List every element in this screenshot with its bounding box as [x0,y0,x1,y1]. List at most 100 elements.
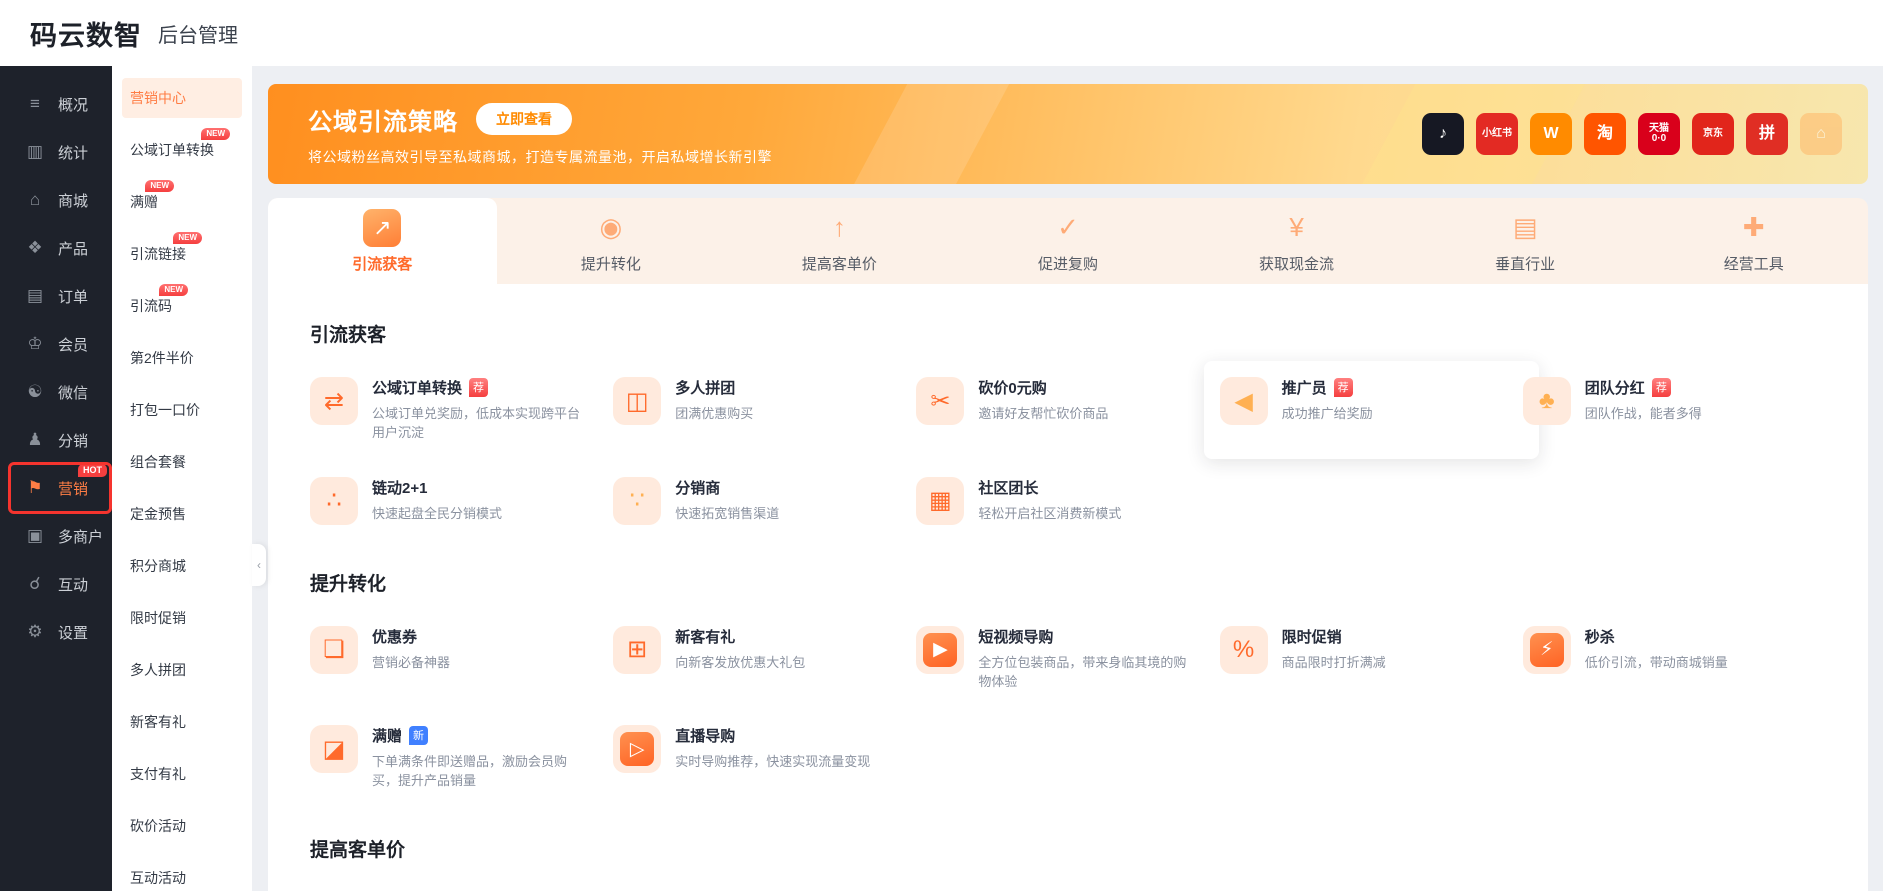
submenu-item-引流链接[interactable]: 引流链接 NEW [122,232,242,274]
discount-tag-icon: % [1219,625,1268,674]
sidebar-item-概况[interactable]: ≡ 概况 [0,80,112,128]
card-title: 公域订单转换 [372,380,463,397]
banner-subtitle: 将公域粉丝高效引导至私域商城，打造专属流量池，开启私域增长新引擎 [308,148,772,165]
tab-提升转化[interactable]: ◉ 提升转化 [497,198,726,284]
tab-chart-board-icon: ↗ [363,208,402,247]
tab-arrow-up-icon: ↑ [832,212,846,242]
live-tv-icon: ▷ [613,725,662,774]
sidebar-item-多商户[interactable]: ▣ 多商户 [0,512,112,560]
tab-引流获客[interactable]: ↗ 引流获客 [268,198,497,284]
card-desc: 下单满条件即送赠品，激励会员购买，提升产品销量 [372,754,568,789]
feature-card-新客有礼[interactable]: ⊞ 新客有礼 向新客发放优惠大礼包 [613,625,916,692]
card-title: 社区团长 [978,479,1039,497]
card-desc: 团满优惠购买 [675,406,754,421]
sidebar-item-产品[interactable]: ❖ 产品 [0,224,112,272]
submenu-item-积分商城[interactable]: 积分商城 [122,546,242,586]
submenu-item-砍价活动[interactable]: 砍价活动 [122,806,242,846]
card-badge: 新 [409,726,429,746]
submenu-item-满赠[interactable]: 满赠 NEW [122,180,242,222]
app-body: ≡ 概况 ▥ 统计 ⌂ 商城 ❖ 产品 ▤ 订单 ♔ 会员 ☯ 微信 ♟ 分销 … [0,66,1883,891]
card-desc: 快速起盘全民分销模式 [372,505,503,521]
feature-card-推广员[interactable]: ◀ 推广员 荐 成功推广给奖励 [1203,361,1539,459]
submenu-item-打包一口价[interactable]: 打包一口价 [122,390,242,430]
price-tags-icon: ✂ [916,377,965,425]
tab-经营工具[interactable]: ✚ 经营工具 [1639,198,1868,284]
sidebar-item-微信[interactable]: ☯ 微信 [0,368,112,416]
card-title: 推广员 [1281,380,1327,397]
card-desc: 邀请好友帮忙砍价商品 [978,406,1109,421]
card-title: 砍价0元购 [978,380,1047,397]
tab-获取现金流[interactable]: ¥ 获取现金流 [1182,198,1411,284]
submenu-item-定金预售[interactable]: 定金预售 [122,494,242,534]
sidebar-item-商城[interactable]: ⌂ 商城 [0,176,112,224]
app-subtitle: 后台管理 [158,24,238,47]
interaction-icon: ☌ [29,574,41,593]
category-tabbar: ↗ 引流获客 ◉ 提升转化 ↑ 提高客单价 ✓ 促进复购 ¥ 获取现金流 ▤ 垂… [268,198,1868,284]
card-grid: ⇄ 公域订单转换 荐 公域订单兑奖励，低成本实现跨平台用户沉淀 ◫ 多人拼团 团… [310,361,1826,525]
feature-section: 提升转化 ❏ 优惠券 营销必备神器 ⊞ 新客有礼 向新客发放优惠大礼包 ▶ 短视… [310,569,1826,791]
section-heading: 引流获客 [310,325,387,346]
submenu-item-营销中心[interactable]: 营销中心 [122,78,242,118]
feature-card-公域订单转换[interactable]: ⇄ 公域订单转换 荐 公域订单兑奖励，低成本实现跨平台用户沉淀 [310,377,613,443]
tab-垂直行业[interactable]: ▤ 垂直行业 [1411,198,1640,284]
submenu-item-互动活动[interactable]: 互动活动 [122,858,242,891]
submenu-item-限时促销[interactable]: 限时促销 [122,598,242,638]
card-title: 短视频导购 [978,628,1054,646]
submenu-item-新客有礼[interactable]: 新客有礼 [122,702,242,742]
mall-icon: ⌂ [29,190,41,209]
card-desc: 公域订单兑奖励，低成本实现跨平台用户沉淀 [372,406,581,440]
card-badge: 荐 [1651,378,1671,397]
submenu-item-支付有礼[interactable]: 支付有礼 [122,754,242,794]
card-title: 团队分红 [1584,380,1645,397]
orders-icon: ▤ [26,286,44,305]
weishi-icon: W [1530,113,1572,155]
submenu-item-第2件半价[interactable]: 第2件半价 [122,338,242,378]
submenu-item-引流码[interactable]: 引流码 NEW [122,284,242,326]
submenu-item-公域订单转换[interactable]: 公域订单转换 NEW [122,128,242,170]
feature-card-链动2+1[interactable]: ∴ 链动2+1 快速起盘全民分销模式 [310,476,613,525]
card-desc: 向新客发放优惠大礼包 [675,654,806,670]
view-now-button[interactable]: 立即查看 [476,103,572,135]
app-logo: 码云数智 [30,20,142,51]
feature-card-直播导购[interactable]: ▷ 直播导购 实时导购推荐，快速实现流量变现 [613,725,916,791]
sidebar-item-会员[interactable]: ♔ 会员 [0,320,112,368]
feature-card-砍价0元购[interactable]: ✂ 砍价0元购 邀请好友帮忙砍价商品 [916,377,1219,443]
taobao-icon: 淘 [1584,113,1626,155]
feature-card-社区团长[interactable]: ▦ 社区团长 轻松开启社区消费新模式 [916,476,1219,525]
sidebar-item-订单[interactable]: ▤ 订单 [0,272,112,320]
sidebar-item-分销[interactable]: ♟ 分销 [0,416,112,464]
sidebar-item-营销[interactable]: ⚑ 营销 HOT [0,463,112,512]
feature-card-优惠券[interactable]: ❏ 优惠券 营销必备神器 [310,625,613,692]
card-desc: 成功推广给奖励 [1281,406,1373,421]
card-title: 链动2+1 [372,479,428,497]
hot-badge: HOT [78,463,107,477]
tab-vertical-icon: ▤ [1512,212,1538,242]
feature-card-多人拼团[interactable]: ◫ 多人拼团 团满优惠购买 [613,377,916,443]
sidebar-item-设置[interactable]: ⚙ 设置 [0,608,112,656]
flash-icon: ⚡ [1522,625,1571,674]
card-desc: 实时导购推荐，快速实现流量变现 [675,754,871,770]
sidebar-collapse-handle[interactable]: ‹ [252,544,266,586]
feature-card-短视频导购[interactable]: ▶ 短视频导购 全方位包装商品，带来身临其境的购物体验 [916,625,1219,692]
sidebar-item-互动[interactable]: ☌ 互动 [0,560,112,608]
submenu-item-多人拼团[interactable]: 多人拼团 [122,650,242,690]
coupon-icon: ❏ [310,625,358,674]
card-title: 优惠券 [372,628,418,646]
tmall-icon: 天猫 0·0 [1638,113,1680,155]
new-badge: NEW [145,180,174,192]
feature-card-满赠[interactable]: ◪ 满赠 新 下单满条件即送赠品，激励会员购买，提升产品销量 [310,725,613,791]
new-badge: NEW [173,232,202,244]
card-title: 多人拼团 [675,380,736,397]
jd-icon: 京东 [1692,113,1734,155]
submenu-item-组合套餐[interactable]: 组合套餐 [122,442,242,482]
card-badge: 荐 [1333,378,1353,397]
card-title: 秒杀 [1584,628,1615,646]
team-icon: ♣ [1522,377,1571,425]
feature-card-限时促销[interactable]: % 限时促销 商品限时打折满减 [1219,625,1523,692]
tab-促进复购[interactable]: ✓ 促进复购 [954,198,1183,284]
sidebar-item-统计[interactable]: ▥ 统计 [0,128,112,176]
feature-card-团队分红[interactable]: ♣ 团队分红 荐 团队作战，能者多得 [1522,377,1826,443]
feature-card-秒杀[interactable]: ⚡ 秒杀 低价引流，带动商城销量 [1522,625,1826,692]
tab-提高客单价[interactable]: ↑ 提高客单价 [725,198,954,284]
feature-card-分销商[interactable]: ∵ 分销商 快速拓宽销售渠道 [613,476,916,525]
